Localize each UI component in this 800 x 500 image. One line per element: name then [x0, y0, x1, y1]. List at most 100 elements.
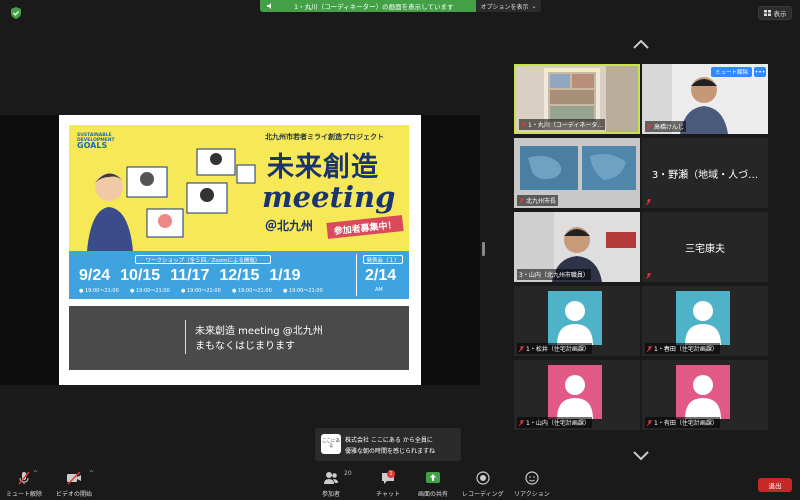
participant-name: 高橋けんじ: [654, 124, 685, 131]
mic-muted-icon: [646, 199, 651, 205]
zoom-meeting-window: 1・丸川（コーディネーター）の画面を表示しています オプションを表示 ⌄ 表示 …: [0, 0, 800, 500]
grid-view-icon: [763, 10, 771, 16]
view-button-label: 表示: [773, 10, 787, 18]
participant-label: 北九州市長: [517, 195, 559, 206]
video-tile[interactable]: 1・春田（住宅計画課）: [642, 286, 768, 356]
unread-badge: 1: [387, 470, 395, 478]
participants-icon: [324, 472, 338, 484]
mic-muted-icon: [647, 419, 652, 426]
project-title: 北九州市若者ミライ創造プロジェクト: [265, 133, 384, 141]
workshop-time: ● 19:00〜21:00: [130, 288, 170, 294]
share-screen-button[interactable]: 画面の共有: [418, 470, 448, 498]
workshop-time: ● 19:00〜21:00: [79, 288, 119, 294]
event-meeting-word: meeting: [262, 180, 396, 214]
video-tile[interactable]: 3・野瀬（地域・人づ…: [642, 138, 768, 208]
speaker-icon: [267, 3, 271, 9]
share-screen-icon: [426, 472, 440, 483]
participant-name: 1・松井（住宅計画課）: [526, 346, 590, 353]
event-location: ＠北九州: [265, 219, 314, 233]
participant-label: 1・丸川（コーディネータ…: [519, 119, 606, 130]
participant-name: 北九州市長: [526, 198, 557, 205]
splitter-handle[interactable]: [482, 242, 485, 256]
workshop-date: 1/19: [269, 267, 301, 284]
record-button[interactable]: レコーディング: [462, 470, 504, 498]
participant-label: 1・春田（住宅計画課）: [645, 343, 720, 354]
presentation-slide: SUSTAINABLE DEVELOPMENT GOALS 北九州市若者ミライ創…: [59, 115, 421, 385]
chevron-down-icon: ⌄: [531, 2, 537, 10]
notice-line1: 未来創造 meeting @北九州: [195, 326, 323, 337]
avatar: [676, 365, 730, 419]
workshop-dates: 9/24 10/15 11/17 12/15 1/19: [79, 267, 301, 285]
chat-label: チャット: [376, 491, 400, 498]
participant-label: 高橋けんじ: [645, 121, 687, 132]
caret-up-icon[interactable]: ^: [33, 470, 38, 477]
workshop-date: 9/24: [79, 267, 111, 284]
video-tile[interactable]: 1・有田（住宅計画課）: [642, 360, 768, 430]
video-tile[interactable]: 三宅康夫: [642, 212, 768, 282]
workshop-time: ● 19:00〜21:00: [181, 288, 221, 294]
video-tile[interactable]: 1・山内（住宅計画課）: [514, 360, 640, 430]
workshop-time: ● 19:00〜21:00: [283, 288, 323, 294]
participant-name: 1・春田（住宅計画課）: [654, 346, 718, 353]
participant-label: 1・松井（住宅計画課）: [517, 343, 592, 354]
participant-name: 3・野瀬（地域・人づ…: [651, 170, 759, 181]
mic-muted-icon: [519, 197, 524, 204]
notice-divider: [185, 320, 186, 354]
unmute-button[interactable]: ミュート解除 ^: [6, 470, 42, 498]
feedback-label: 発表会（１）: [363, 255, 403, 264]
caret-up-icon[interactable]: ^: [89, 470, 94, 477]
chat-button[interactable]: チャット 1: [376, 470, 400, 498]
record-label: レコーディング: [462, 491, 504, 498]
participant-name: 1・丸川（コーディネータ…: [528, 122, 604, 129]
video-tile[interactable]: 北九州市長: [514, 138, 640, 208]
mic-muted-icon: [647, 123, 652, 130]
screen-share-banner: 1・丸川（コーディネーター）の画面を表示しています: [260, 0, 478, 12]
avatar: [548, 365, 602, 419]
video-tile[interactable]: 3・山内（北九州市職員）: [514, 212, 640, 282]
smiley-icon: [525, 471, 539, 485]
view-options-label: オプションを表示: [480, 3, 529, 11]
video-tile[interactable]: 1・松井（住宅計画課）: [514, 286, 640, 356]
workshop-date: 11/17: [170, 267, 210, 284]
view-button[interactable]: 表示: [758, 6, 792, 20]
meeting-toolbar: ミュート解除 ^ ビデオの開始 ^ 参加者 20 チャット 1 画面の共有 レコ…: [0, 468, 800, 500]
chevron-down-icon[interactable]: [632, 450, 650, 462]
notification-message: 優雅な朝の時間を感じられますね: [345, 448, 436, 455]
workshop-date: 10/15: [120, 267, 161, 284]
chevron-up-icon[interactable]: [632, 38, 650, 50]
notification-sender: 株式会社 ここにある から全員に: [345, 437, 433, 444]
chat-notification[interactable]: ここにある 株式会社 ここにある から全員に 優雅な朝の時間を感じられますね: [315, 428, 461, 461]
mic-muted-icon: [18, 471, 30, 485]
notice-line2: まもなくはじまります: [195, 341, 295, 352]
video-tile[interactable]: ミュート解除 ••• 高橋けんじ: [642, 64, 768, 134]
security-shield-icon[interactable]: [9, 6, 23, 20]
sdgs-logo: SUSTAINABLE DEVELOPMENT GOALS: [77, 133, 115, 150]
workshop-date: 12/15: [219, 267, 260, 284]
people-illustration: [87, 148, 256, 251]
reactions-button[interactable]: リアクション: [514, 470, 550, 498]
share-screen-label: 画面の共有: [418, 491, 449, 498]
participants-button[interactable]: 参加者 20: [322, 470, 352, 498]
slide-header: SUSTAINABLE DEVELOPMENT GOALS 北九州市若者ミライ創…: [69, 125, 409, 251]
start-video-button[interactable]: ビデオの開始 ^: [56, 470, 94, 498]
schedule-divider: [356, 254, 357, 296]
workshop-times: ● 19:00〜21:00 ● 19:00〜21:00 ● 19:00〜21:0…: [79, 287, 334, 294]
start-video-label: ビデオの開始: [56, 491, 93, 498]
leave-button[interactable]: 退出: [758, 478, 792, 492]
participant-name: 3・山内（北九州市職員）: [519, 272, 589, 279]
workshop-label: ワークショップ（全５回／Zoomによる開催）: [135, 255, 271, 264]
mic-muted-icon: [646, 273, 651, 279]
view-options-button[interactable]: オプションを表示 ⌄: [476, 0, 541, 12]
participant-label: 1・山内（住宅計画課）: [517, 417, 592, 428]
more-options-button[interactable]: •••: [754, 67, 766, 77]
schedule-band: ワークショップ（全５回／Zoomによる開催） 発表会（１） 9/24 10/15…: [69, 251, 409, 299]
feedback-time: AM: [375, 287, 383, 293]
participant-name: 三宅康夫: [685, 244, 725, 255]
mic-muted-icon: [521, 121, 526, 128]
participant-name: 1・有田（住宅計画課）: [654, 420, 718, 427]
unmute-request-button[interactable]: ミュート解除: [710, 67, 752, 77]
mic-muted-icon: [519, 419, 524, 426]
video-tile[interactable]: 1・丸川（コーディネータ…: [514, 64, 640, 134]
shared-screen: SUSTAINABLE DEVELOPMENT GOALS 北九州市若者ミライ創…: [0, 115, 480, 385]
recruiting-badge: 参加者募集中！: [326, 215, 404, 239]
